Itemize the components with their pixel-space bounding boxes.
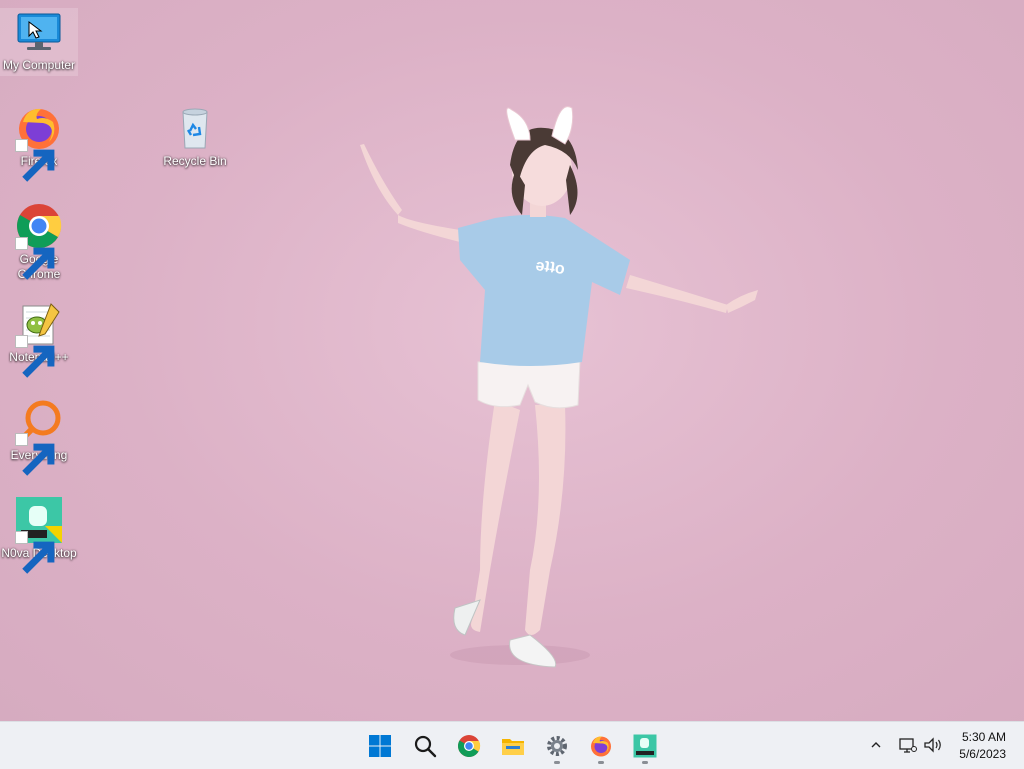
nova-desktop-icon bbox=[633, 734, 657, 758]
windows-start-icon bbox=[369, 735, 391, 757]
chevron-up-icon bbox=[871, 742, 881, 748]
running-indicator bbox=[554, 761, 560, 764]
search-icon bbox=[414, 735, 437, 758]
firefox-icon bbox=[591, 736, 611, 757]
folder-icon bbox=[502, 739, 524, 755]
icon-label: My Computer bbox=[2, 58, 76, 72]
gear-icon bbox=[547, 736, 567, 756]
shortcut-arrow-icon bbox=[15, 237, 55, 280]
firefox-icon bbox=[15, 104, 63, 182]
desktop-icon-recycle-bin[interactable]: Recycle Bin bbox=[156, 104, 234, 169]
shortcut-arrow-icon bbox=[15, 139, 55, 182]
notepadpp-icon bbox=[15, 300, 63, 378]
clock-date: 5/6/2023 bbox=[959, 747, 1006, 761]
taskbar-clock[interactable]: 5:30 AM 5/6/2023 bbox=[946, 729, 1006, 763]
wallpaper-figure: ǝʇʇo bbox=[360, 106, 758, 668]
desktop-icon-nova-desktop[interactable]: N0va Desktop bbox=[0, 496, 78, 574]
volume-icon bbox=[924, 737, 941, 753]
running-indicator bbox=[598, 761, 604, 764]
chrome-icon bbox=[15, 202, 63, 280]
icon-label: Recycle Bin bbox=[163, 154, 227, 168]
desktop-icon-notepadpp[interactable]: Notepad++ bbox=[0, 300, 78, 378]
clock-time: 5:30 AM bbox=[961, 730, 1006, 744]
running-indicator bbox=[642, 761, 648, 764]
everything-search-icon bbox=[15, 398, 63, 476]
taskbar-nova-desktop-button[interactable] bbox=[627, 728, 663, 764]
shortcut-arrow-icon bbox=[15, 335, 55, 378]
desktop-icon-everything[interactable]: Everything bbox=[0, 398, 78, 476]
network-icon bbox=[899, 738, 917, 753]
taskbar-start-button[interactable] bbox=[362, 728, 398, 764]
taskbar-file-explorer-button[interactable] bbox=[495, 728, 531, 764]
shortcut-arrow-icon bbox=[15, 433, 55, 476]
tray-network-button[interactable] bbox=[896, 734, 920, 756]
shortcut-arrow-icon bbox=[15, 531, 55, 574]
recycle-bin-icon bbox=[171, 104, 219, 152]
desktop-icon-firefox[interactable]: Firefox bbox=[0, 104, 78, 182]
tray-volume-button[interactable] bbox=[921, 734, 945, 756]
chrome-icon bbox=[458, 735, 481, 757]
taskbar-firefox-button[interactable] bbox=[583, 728, 619, 764]
nova-desktop-icon bbox=[15, 496, 63, 574]
desktop-icon-google-chrome[interactable]: Google Chrome bbox=[0, 202, 78, 282]
taskbar-chrome-button[interactable] bbox=[451, 728, 487, 764]
tray-overflow-button[interactable] bbox=[866, 734, 886, 756]
desktop[interactable]: ǝʇʇo My Computer Firefox Recycle Bin Goo… bbox=[0, 0, 1024, 721]
taskbar-settings-button[interactable] bbox=[539, 728, 575, 764]
monitor-icon bbox=[15, 8, 63, 56]
desktop-icon-my-computer[interactable]: My Computer bbox=[0, 8, 78, 76]
taskbar: 5:30 AM 5/6/2023 bbox=[0, 721, 1024, 769]
taskbar-search-button[interactable] bbox=[407, 728, 443, 764]
